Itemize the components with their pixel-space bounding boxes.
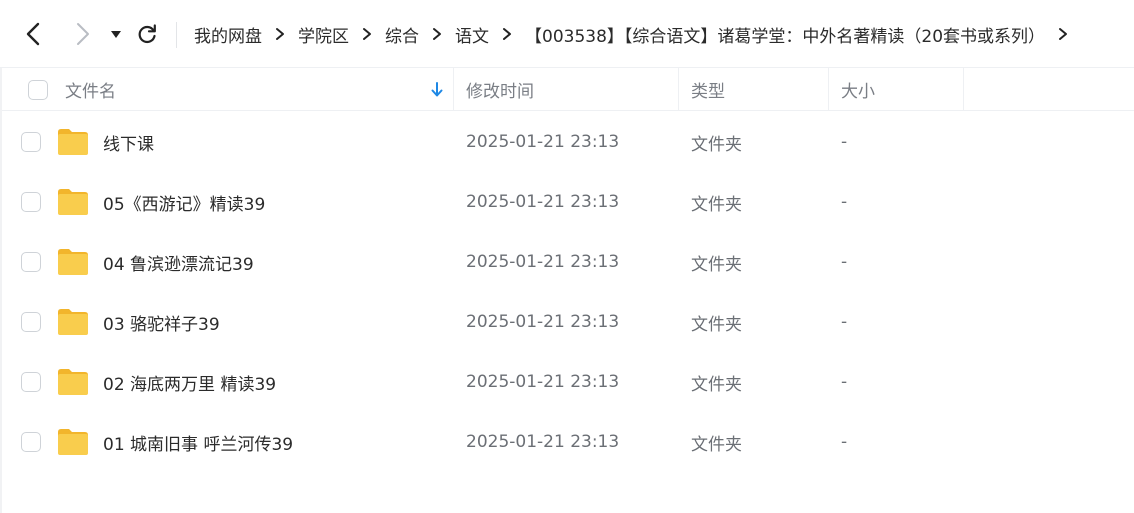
select-all-checkbox[interactable] (28, 68, 48, 111)
folder-icon (58, 189, 88, 215)
file-size: - (841, 312, 848, 332)
file-type: 文件夹 (691, 374, 742, 395)
breadcrumb-item-academy[interactable]: 学院区 (298, 22, 349, 47)
column-divider (828, 68, 829, 111)
file-row[interactable]: 线下课 2025-01-21 23:13 文件夹 - (0, 112, 1134, 172)
folder-icon (58, 309, 88, 335)
row-checkbox[interactable] (21, 432, 41, 452)
column-header-size[interactable]: 大小 (841, 68, 875, 111)
file-name[interactable]: 04 鲁滨逊漂流记39 (103, 232, 254, 292)
file-name[interactable]: 05《西游记》精读39 (103, 172, 265, 232)
chevron-right-icon (419, 24, 455, 44)
file-size: - (841, 252, 848, 272)
file-name[interactable]: 02 海底两万里 精读39 (103, 352, 276, 412)
column-header-modified[interactable]: 修改时间 (466, 68, 534, 111)
file-row[interactable]: 05《西游记》精读39 2025-01-21 23:13 文件夹 - (0, 172, 1134, 232)
chevron-right-icon (349, 24, 385, 44)
file-type: 文件夹 (691, 194, 742, 215)
file-name[interactable]: 01 城南旧事 呼兰河传39 (103, 412, 293, 472)
chevron-right-icon (489, 24, 525, 44)
file-modified: 2025-01-21 23:13 (466, 432, 620, 452)
column-header-name[interactable]: 文件名 (65, 68, 116, 111)
file-type: 文件夹 (691, 434, 742, 455)
folder-icon (58, 129, 88, 155)
column-divider (963, 68, 964, 111)
folder-icon (58, 249, 88, 275)
file-name[interactable]: 线下课 (103, 112, 154, 172)
file-row[interactable]: 03 骆驼祥子39 2025-01-21 23:13 文件夹 - (0, 292, 1134, 352)
back-button[interactable] (22, 22, 46, 46)
row-checkbox[interactable] (21, 192, 41, 212)
chevron-left-icon (26, 22, 40, 46)
file-modified: 2025-01-21 23:13 (466, 252, 620, 272)
file-size: - (841, 432, 848, 452)
file-size: - (841, 372, 848, 392)
file-type: 文件夹 (691, 134, 742, 155)
breadcrumb-item-my-drive[interactable]: 我的网盘 (194, 22, 262, 47)
refresh-icon (138, 24, 156, 44)
file-type: 文件夹 (691, 254, 742, 275)
file-size: - (841, 192, 848, 212)
breadcrumb-item-chinese[interactable]: 语文 (455, 22, 489, 47)
row-checkbox[interactable] (21, 252, 41, 272)
file-row[interactable]: 04 鲁滨逊漂流记39 2025-01-21 23:13 文件夹 - (0, 232, 1134, 292)
breadcrumb-item-general[interactable]: 综合 (385, 22, 419, 47)
folder-icon (58, 429, 88, 455)
chevron-right-icon (262, 24, 298, 44)
caret-down-icon (111, 31, 121, 38)
column-divider (678, 68, 679, 111)
chevron-right-icon (77, 23, 89, 45)
file-list-header: 文件名 修改时间 类型 大小 (0, 68, 1134, 111)
sort-arrow-down-icon[interactable] (430, 68, 444, 111)
refresh-button[interactable] (135, 22, 159, 46)
column-divider (453, 68, 454, 111)
history-dropdown-button[interactable] (104, 22, 128, 46)
breadcrumb: 我的网盘 学院区 综合 语文 【003538】【综合语文】诸葛学堂：中外名著精读… (194, 0, 1134, 68)
file-modified: 2025-01-21 23:13 (466, 372, 620, 392)
row-checkbox[interactable] (21, 132, 41, 152)
toolbar-divider (176, 22, 177, 48)
toolbar: 我的网盘 学院区 综合 语文 【003538】【综合语文】诸葛学堂：中外名著精读… (0, 0, 1134, 68)
file-size: - (841, 132, 848, 152)
file-modified: 2025-01-21 23:13 (466, 132, 620, 152)
file-list: 线下课 2025-01-21 23:13 文件夹 - 05《西游记》精读39 2… (0, 112, 1134, 472)
folder-icon (58, 369, 88, 395)
file-type: 文件夹 (691, 314, 742, 335)
file-modified: 2025-01-21 23:13 (466, 312, 620, 332)
row-checkbox[interactable] (21, 312, 41, 332)
chevron-right-icon (1045, 24, 1081, 44)
file-row[interactable]: 02 海底两万里 精读39 2025-01-21 23:13 文件夹 - (0, 352, 1134, 412)
column-header-type[interactable]: 类型 (691, 68, 725, 111)
forward-button[interactable] (70, 22, 94, 46)
file-modified: 2025-01-21 23:13 (466, 192, 620, 212)
checkbox[interactable] (28, 79, 48, 100)
breadcrumb-item-current-folder[interactable]: 【003538】【综合语文】诸葛学堂：中外名著精读（20套书或系列） (525, 22, 1045, 47)
row-checkbox[interactable] (21, 372, 41, 392)
file-name[interactable]: 03 骆驼祥子39 (103, 292, 220, 352)
file-row[interactable]: 01 城南旧事 呼兰河传39 2025-01-21 23:13 文件夹 - (0, 412, 1134, 472)
